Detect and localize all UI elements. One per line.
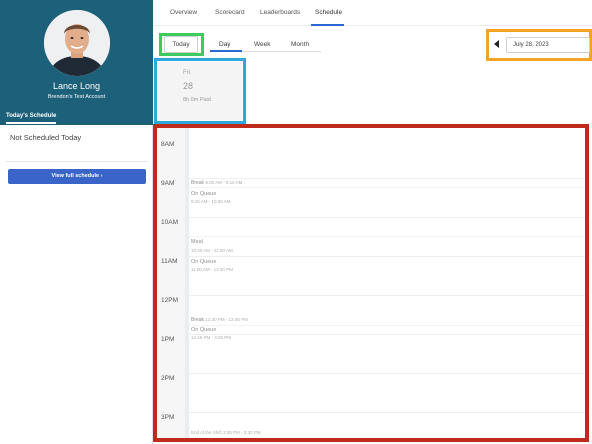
- day-card-date: 28: [183, 81, 194, 91]
- hour-divider: [189, 412, 585, 413]
- profile-name: Lance Long: [52, 81, 101, 91]
- hour-label: 10AM: [161, 219, 178, 226]
- hour-divider: [189, 373, 585, 374]
- today-button-highlight: [159, 33, 204, 56]
- tab-todays-schedule[interactable]: Today's Schedule: [6, 113, 56, 119]
- profile-header: Lance Long Brendon's Test Account Today'…: [0, 0, 153, 125]
- hour-label: 3PM: [161, 414, 175, 421]
- schedule-event[interactable]: Break 9:00 AM - 9:15 AM: [191, 180, 242, 186]
- event-title: Break: [191, 180, 205, 186]
- tab-schedule[interactable]: Schedule: [315, 9, 342, 16]
- date-picker-input[interactable]: July 28, 2023: [506, 37, 590, 53]
- hour-label: 8AM: [161, 141, 175, 148]
- event-title: End of the Shift: [191, 430, 222, 435]
- hour-label: 12PM: [161, 297, 178, 304]
- event-time: 12:45 PM - 3:25 PM: [191, 335, 232, 340]
- day-card-paid-hours: 8h 0m Paid: [183, 97, 211, 103]
- segment-divider: [189, 187, 585, 188]
- schedule-event[interactable]: End of the Shift 3:25 PM - 3:30 PM: [191, 430, 261, 435]
- event-title[interactable]: On Queue: [191, 327, 216, 333]
- segment-divider: [189, 236, 585, 237]
- hour-label: 11AM: [161, 258, 178, 265]
- view-month-tab[interactable]: Month: [291, 41, 309, 48]
- schedule-grid: 8AM 9AM 10AM 11AM 12PM 1PM 2PM 3PM Break…: [157, 128, 585, 438]
- event-title: Break: [191, 317, 205, 323]
- view-day-tab[interactable]: Day: [219, 41, 231, 48]
- event-time: 12:30 PM - 12:45 PM: [205, 317, 248, 322]
- hour-divider: [189, 178, 585, 179]
- hour-label: 1PM: [161, 336, 175, 343]
- tab-active-indicator: [6, 122, 56, 124]
- nav-active-indicator: [311, 24, 344, 26]
- hour-divider: [189, 217, 585, 218]
- event-time: 9:00 AM - 9:15 AM: [205, 180, 243, 185]
- event-title[interactable]: On Queue: [191, 259, 216, 265]
- event-time: 11:00 AM - 12:30 PM: [191, 267, 233, 272]
- segment-divider: [189, 325, 585, 326]
- hour-divider: [189, 256, 585, 257]
- view-week-tab[interactable]: Week: [254, 41, 271, 48]
- day-card-weekday: Fri: [183, 70, 190, 76]
- hour-divider: [189, 295, 585, 296]
- view-full-schedule-button[interactable]: View full schedule ›: [8, 169, 146, 184]
- day-card[interactable]: [158, 62, 242, 120]
- hour-divider: [189, 334, 585, 335]
- profile-account: Brendon's Test Account: [47, 94, 106, 100]
- event-title[interactable]: On Queue: [191, 191, 216, 197]
- schedule-event[interactable]: Break 12:30 PM - 12:45 PM: [191, 317, 248, 323]
- event-time: 9:15 AM - 10:30 AM: [191, 199, 231, 204]
- event-title[interactable]: Meal: [191, 239, 203, 245]
- tab-leaderboards[interactable]: Leaderboards: [260, 9, 300, 16]
- event-time: 10:30 AM - 11:00 AM: [191, 248, 233, 253]
- hour-label: 2PM: [161, 375, 175, 382]
- avatar: [44, 10, 110, 76]
- hour-column: [157, 128, 185, 438]
- schedule-status: Not Scheduled Today: [10, 133, 82, 142]
- schedule-timeline-strip: [185, 128, 189, 438]
- hour-label: 9AM: [161, 180, 175, 187]
- tab-scorecard[interactable]: Scorecard: [215, 9, 245, 16]
- previous-date-arrow-icon[interactable]: [494, 40, 499, 48]
- event-time: 3:25 PM - 3:30 PM: [223, 430, 261, 435]
- tab-overview[interactable]: Overview: [170, 9, 197, 16]
- divider: [6, 161, 148, 162]
- view-active-indicator: [210, 50, 242, 52]
